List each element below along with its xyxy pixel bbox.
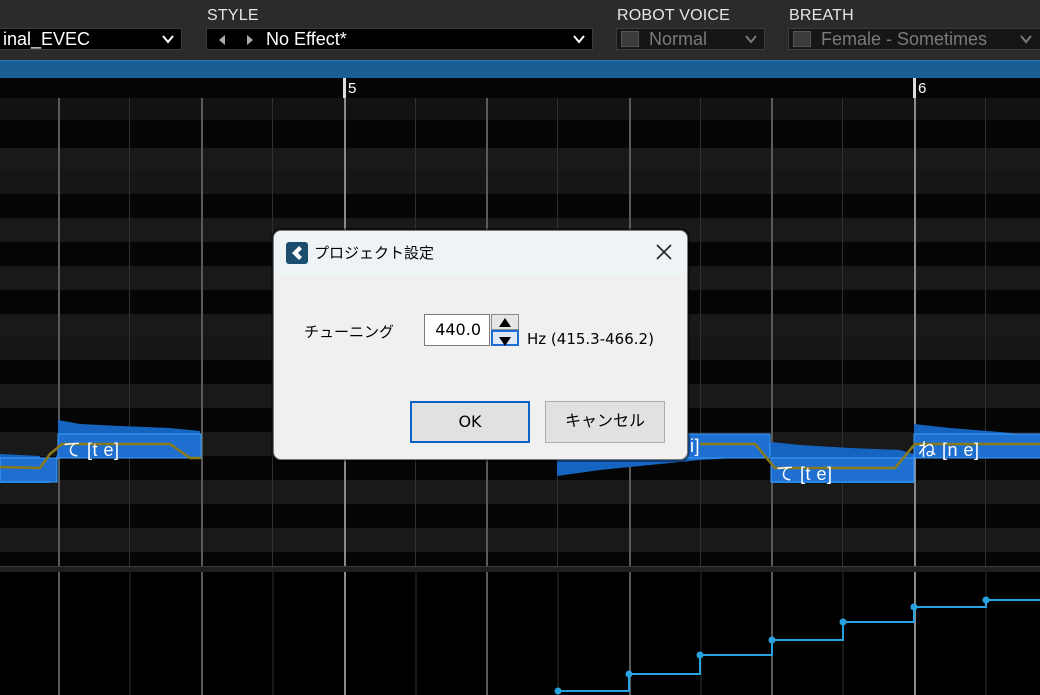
tuning-input[interactable]: 440.0 [424, 314, 490, 346]
breath-checkbox[interactable] [793, 31, 811, 47]
robot-voice-select[interactable]: Normal [616, 28, 765, 50]
note-lyric: i] [690, 436, 700, 456]
dialog-title: プロジェクト設定 [314, 244, 435, 262]
tuning-increment-button[interactable] [491, 314, 519, 330]
timeline-ruler[interactable]: 5 6 [0, 78, 1040, 98]
bar-number: 5 [348, 80, 357, 97]
style-select-value: No Effect* [266, 29, 347, 49]
track-color-strip [0, 60, 1040, 78]
bar-marker [913, 78, 916, 98]
dialog-titlebar[interactable]: プロジェクト設定 [274, 231, 687, 275]
automation-layer [58, 572, 1040, 695]
previous-style-icon[interactable] [217, 34, 227, 46]
breath-select[interactable]: Female - Sometimes [788, 28, 1040, 50]
tuning-range-label: Hz (415.3-466.2) [527, 330, 654, 348]
style-label: STYLE [207, 7, 259, 24]
sub-gridlines [129, 572, 987, 695]
project-settings-dialog: プロジェクト設定 チューニング 440.0 Hz (415.3-466.2) O… [273, 230, 688, 460]
note-lyric: て [t e] [63, 440, 120, 460]
breath-label: BREATH [789, 7, 854, 24]
voice-select-value: inal_EVEC [3, 29, 91, 49]
next-style-icon[interactable] [245, 34, 255, 46]
note-lyric: て [t e] [776, 464, 833, 484]
arrow-down-icon [499, 337, 511, 346]
parameter-lane[interactable] [0, 572, 1040, 695]
close-icon[interactable] [653, 241, 675, 263]
robot-voice-value: Normal [649, 29, 708, 49]
bar-number: 6 [918, 80, 927, 97]
chevron-down-icon [162, 35, 174, 44]
arrow-up-icon [499, 318, 511, 327]
voice-select[interactable]: inal_EVEC [0, 28, 182, 50]
robot-voice-label: ROBOT VOICE [617, 7, 731, 24]
track-header: inal_EVEC STYLE No Effect* ROBOT VOICE N… [0, 0, 1040, 60]
note-block[interactable] [0, 457, 58, 483]
chevron-down-icon [745, 35, 757, 44]
gridlines [58, 572, 916, 695]
chevron-down-icon [1020, 35, 1032, 44]
bar-marker [343, 78, 346, 98]
breath-value: Female - Sometimes [821, 29, 988, 49]
tuning-decrement-button[interactable] [491, 330, 519, 346]
tuning-label: チューニング [304, 323, 395, 341]
ok-button[interactable]: OK [410, 401, 530, 443]
note-lyric: ね [n e] [918, 440, 980, 460]
cubase-app-icon [286, 242, 308, 264]
cancel-button[interactable]: キャンセル [545, 401, 665, 443]
style-select[interactable]: No Effect* [206, 28, 593, 50]
chevron-down-icon [573, 35, 585, 44]
robot-voice-checkbox[interactable] [621, 31, 639, 47]
